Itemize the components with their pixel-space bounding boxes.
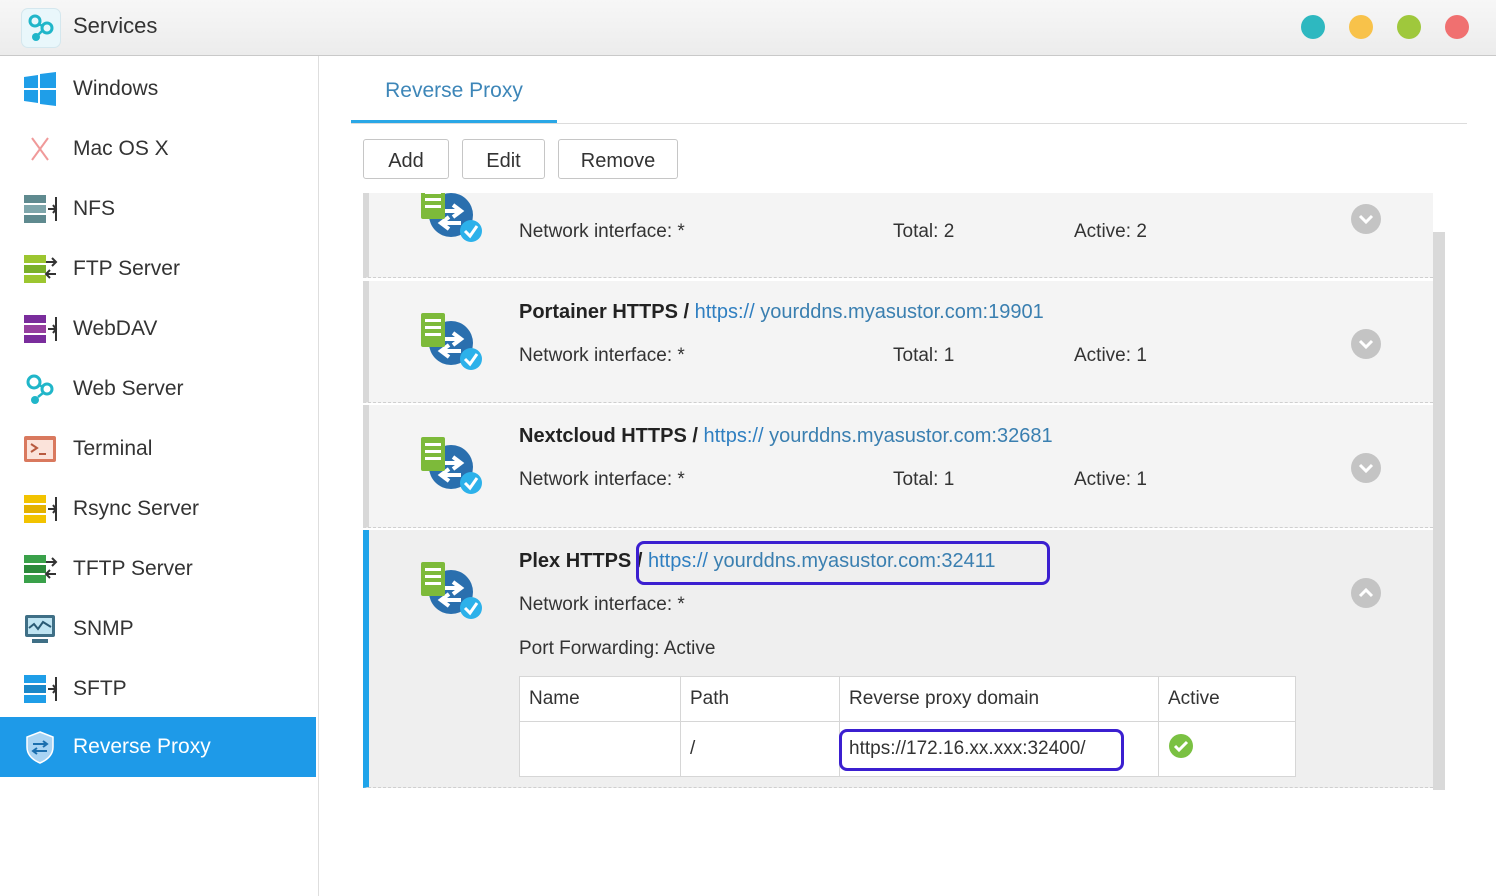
windows-icon bbox=[22, 72, 58, 106]
proxy-server-check-icon bbox=[415, 193, 485, 243]
proxy-server-check-icon bbox=[415, 433, 485, 495]
mac-x-icon bbox=[22, 132, 58, 166]
column-header-name: Name bbox=[519, 676, 681, 722]
minimize-window-button[interactable] bbox=[1349, 15, 1373, 39]
chevron-down-icon[interactable] bbox=[1351, 204, 1381, 234]
total-count: Total: 1 bbox=[893, 469, 955, 490]
rsync-server-icon bbox=[22, 492, 58, 526]
window-title: Services bbox=[73, 13, 158, 38]
column-header-active: Active bbox=[1158, 676, 1296, 722]
sidebar-item-webdav[interactable]: WebDAV bbox=[0, 299, 316, 359]
active-count: Active: 1 bbox=[1074, 469, 1147, 490]
sidebar: Windows Mac OS X NFS FTP Server WebDAV W… bbox=[0, 56, 319, 896]
sidebar-item-label: SFTP bbox=[73, 677, 127, 700]
network-interface-label: Network interface: * bbox=[519, 221, 685, 242]
remove-button[interactable]: Remove bbox=[558, 139, 678, 179]
sidebar-item-nfs[interactable]: NFS bbox=[0, 179, 316, 239]
services-app-icon bbox=[21, 8, 61, 48]
sftp-icon bbox=[22, 672, 58, 706]
close-window-button[interactable] bbox=[1445, 15, 1469, 39]
table-header-row: Name Path Reverse proxy domain Active bbox=[519, 676, 1296, 722]
sidebar-item-windows[interactable]: Windows bbox=[0, 59, 316, 119]
tab-divider bbox=[351, 123, 1467, 124]
sidebar-item-label: WebDAV bbox=[73, 317, 158, 340]
edit-button[interactable]: Edit bbox=[462, 139, 545, 179]
proxy-server-check-icon bbox=[415, 558, 485, 620]
sidebar-item-sftp[interactable]: SFTP bbox=[0, 659, 316, 719]
sidebar-item-reverse-proxy[interactable]: Reverse Proxy bbox=[0, 717, 316, 777]
network-interface-label: Network interface: * bbox=[519, 594, 685, 615]
sidebar-item-ftp-server[interactable]: FTP Server bbox=[0, 239, 316, 299]
cell-path: / bbox=[680, 721, 840, 777]
sidebar-item-mac-os-x[interactable]: Mac OS X bbox=[0, 119, 316, 179]
proxy-domain-highlight bbox=[839, 729, 1124, 771]
sidebar-item-terminal[interactable]: Terminal bbox=[0, 419, 316, 479]
ftp-server-icon bbox=[22, 252, 58, 286]
sidebar-item-label: FTP Server bbox=[73, 257, 180, 280]
teal-window-button[interactable] bbox=[1301, 15, 1325, 39]
column-header-path: Path bbox=[680, 676, 840, 722]
sidebar-item-label: SNMP bbox=[73, 617, 134, 640]
network-interface-label: Network interface: * bbox=[519, 469, 685, 490]
maximize-window-button[interactable] bbox=[1397, 15, 1421, 39]
chevron-down-icon[interactable] bbox=[1351, 453, 1381, 483]
proxy-rule-row[interactable]: Portainer HTTPS / https:// yourddns.myas… bbox=[363, 281, 1433, 403]
snmp-icon bbox=[22, 612, 58, 646]
nfs-icon bbox=[22, 192, 58, 226]
check-icon bbox=[1168, 734, 1194, 764]
sidebar-item-label: Web Server bbox=[73, 377, 184, 400]
proxy-rule-name: Plex HTTPS bbox=[519, 550, 632, 572]
reverse-proxy-list: Network interface: * Total: 2 Active: 2 … bbox=[363, 193, 1446, 790]
proxy-rule-name: Nextcloud HTTPS bbox=[519, 425, 687, 447]
sidebar-item-label: Reverse Proxy bbox=[73, 735, 211, 758]
total-count: Total: 2 bbox=[893, 221, 955, 242]
plex-domain-highlight bbox=[636, 541, 1050, 585]
proxy-rule-title[interactable]: Nextcloud HTTPS / https:// yourddns.myas… bbox=[519, 425, 1053, 448]
active-count: Active: 2 bbox=[1074, 221, 1147, 242]
sidebar-item-label: Terminal bbox=[73, 437, 153, 460]
sidebar-item-label: NFS bbox=[73, 197, 115, 220]
sidebar-item-tftp-server[interactable]: TFTP Server bbox=[0, 539, 316, 599]
sidebar-item-web-server[interactable]: Web Server bbox=[0, 359, 316, 419]
proxy-rule-row[interactable]: Nextcloud HTTPS / https:// yourddns.myas… bbox=[363, 405, 1433, 528]
webdav-icon bbox=[22, 312, 58, 346]
network-interface-label: Network interface: * bbox=[519, 345, 685, 366]
cell-active bbox=[1158, 721, 1296, 777]
sidebar-item-label: TFTP Server bbox=[73, 557, 193, 580]
web-server-icon bbox=[22, 372, 58, 406]
cell-name bbox=[519, 721, 681, 777]
chevron-down-icon[interactable] bbox=[1351, 329, 1381, 359]
proxy-rule-name: Portainer HTTPS bbox=[519, 301, 678, 323]
column-header-domain: Reverse proxy domain bbox=[839, 676, 1159, 722]
total-count: Total: 1 bbox=[893, 345, 955, 366]
proxy-rule-link[interactable]: https:// yourddns.myasustor.com:32681 bbox=[703, 425, 1052, 447]
tftp-server-icon bbox=[22, 552, 58, 586]
active-count: Active: 1 bbox=[1074, 345, 1147, 366]
reverse-proxy-shield-icon bbox=[22, 730, 58, 764]
proxy-rule-link[interactable]: https:// yourddns.myasustor.com:19901 bbox=[695, 301, 1044, 323]
sidebar-item-label: Windows bbox=[73, 77, 159, 100]
sidebar-item-rsync-server[interactable]: Rsync Server bbox=[0, 479, 316, 539]
port-forwarding-status: Port Forwarding: Active bbox=[519, 638, 716, 659]
proxy-rule-row[interactable]: Network interface: * Total: 2 Active: 2 bbox=[363, 193, 1433, 278]
chevron-up-icon[interactable] bbox=[1351, 578, 1381, 608]
title-bar: Services bbox=[0, 0, 1496, 56]
proxy-rule-title[interactable]: Portainer HTTPS / https:// yourddns.myas… bbox=[519, 301, 1044, 324]
sidebar-item-label: Mac OS X bbox=[73, 137, 169, 160]
tab-reverse-proxy[interactable]: Reverse Proxy bbox=[351, 62, 557, 124]
sidebar-item-label: Rsync Server bbox=[73, 497, 200, 520]
sidebar-item-snmp[interactable]: SNMP bbox=[0, 599, 316, 659]
add-button[interactable]: Add bbox=[363, 139, 449, 179]
proxy-server-check-icon bbox=[415, 309, 485, 371]
terminal-icon bbox=[22, 432, 58, 466]
